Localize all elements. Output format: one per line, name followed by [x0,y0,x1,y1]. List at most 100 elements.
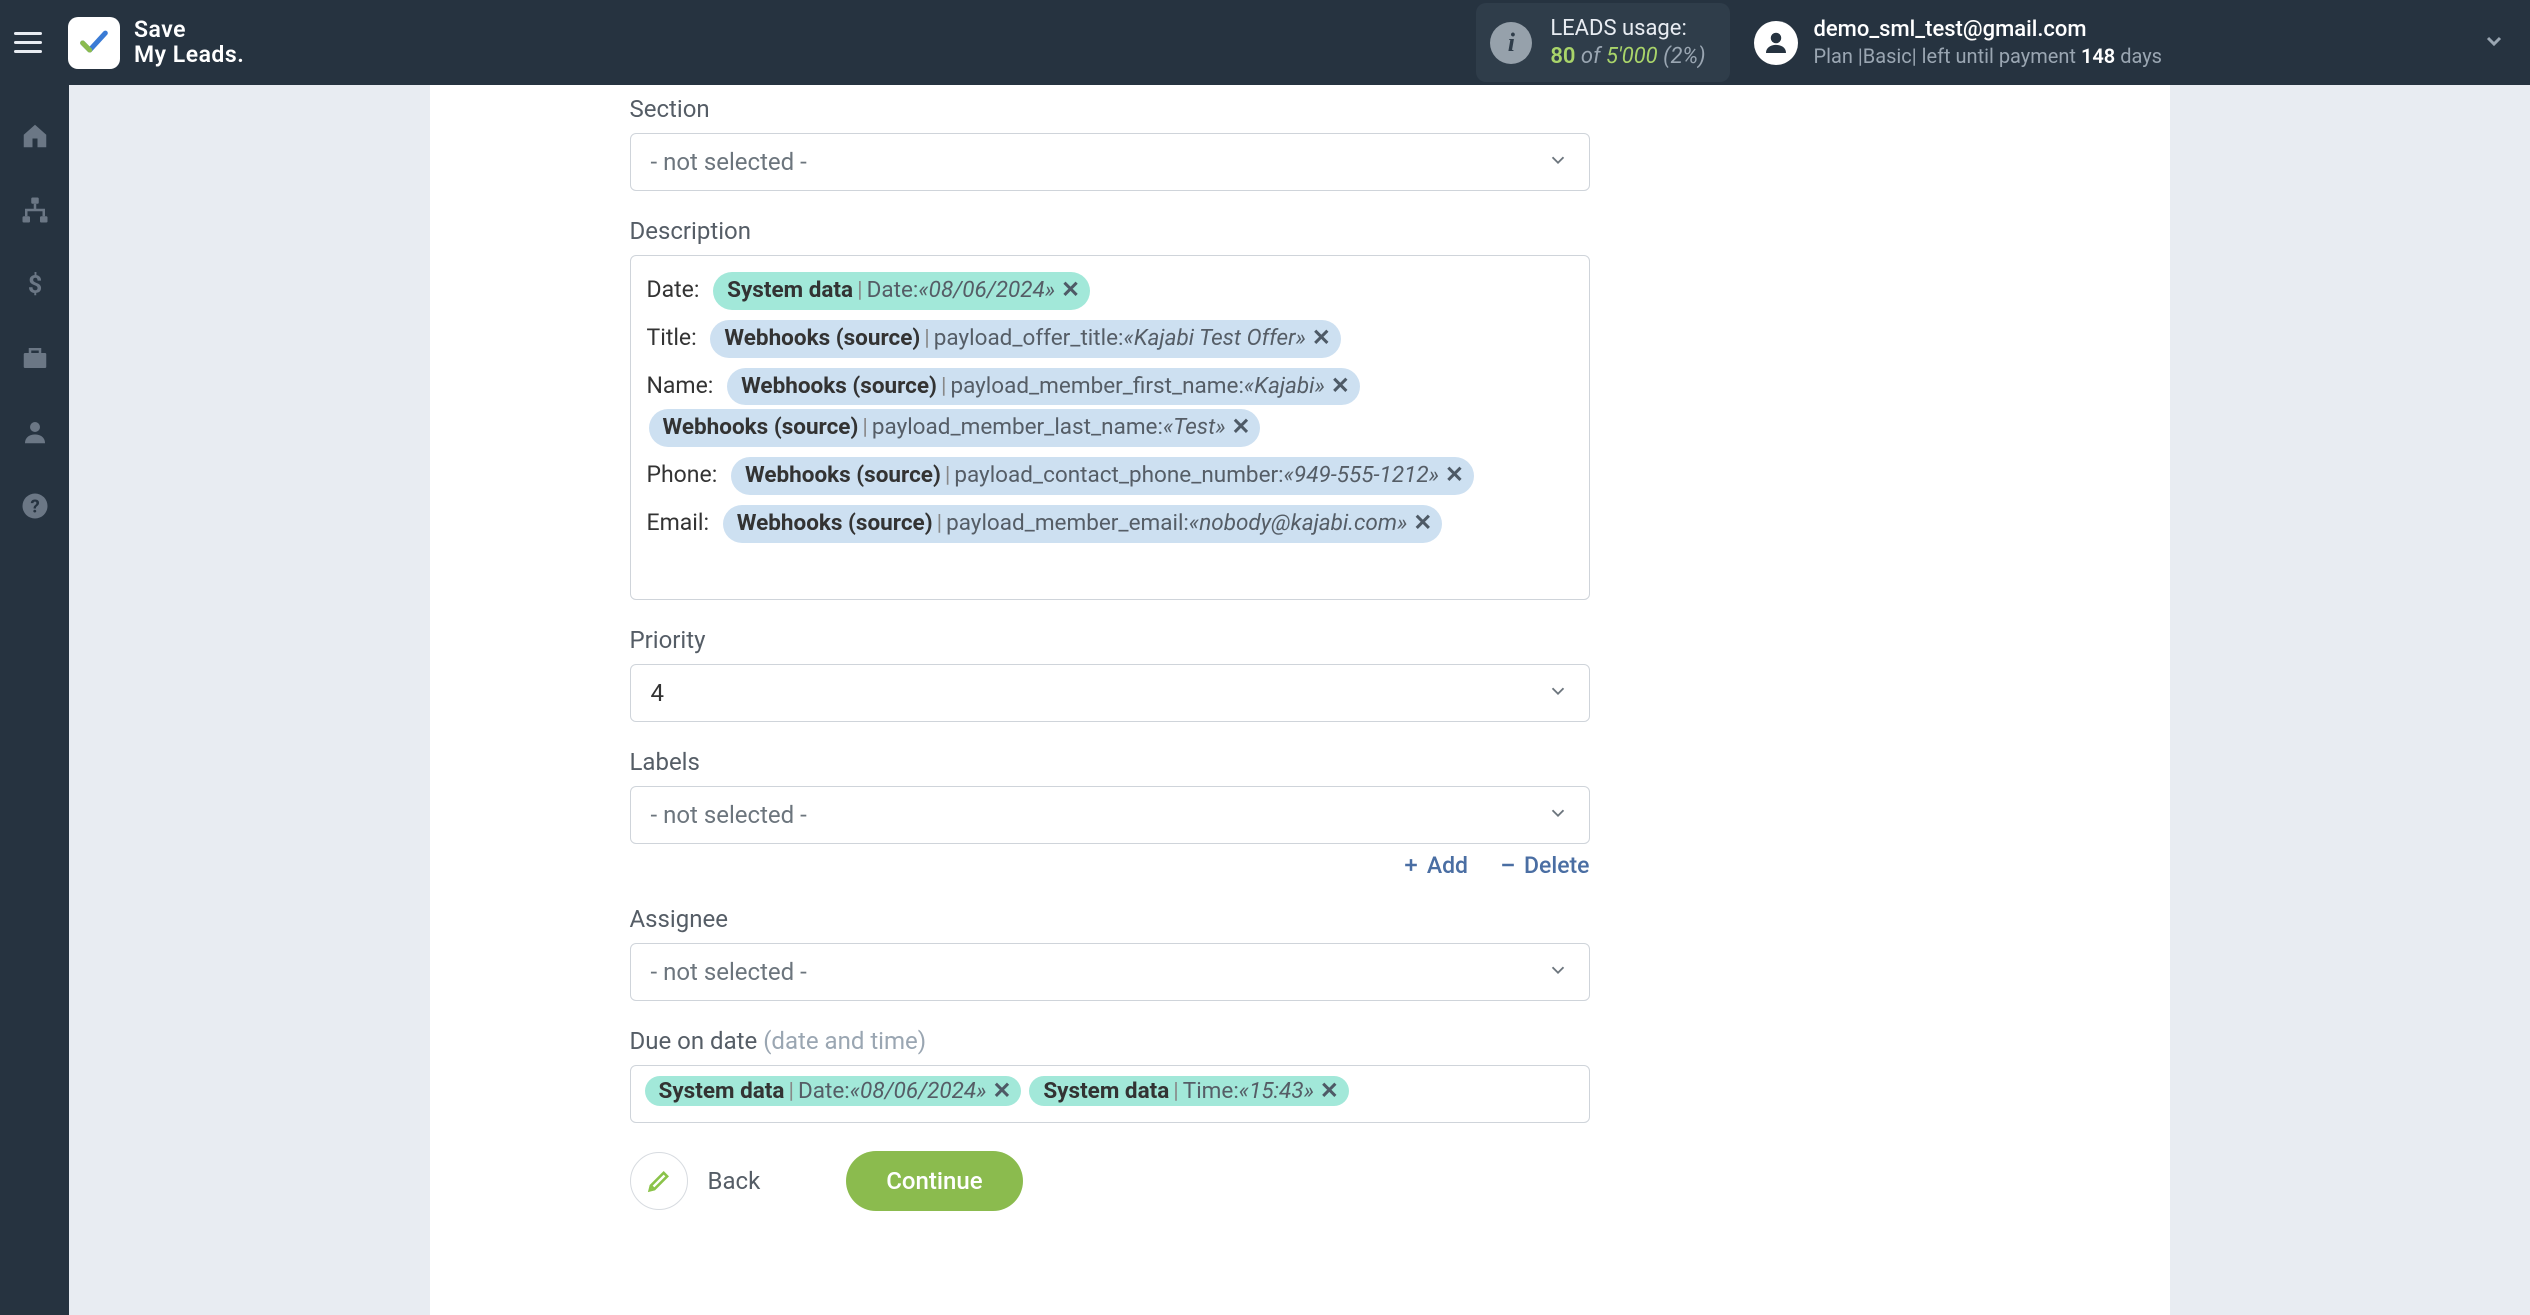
main-content: Section - not selected - Description Dat… [69,85,2530,1315]
row-label-name: Name: [647,372,714,399]
form-card: Section - not selected - Description Dat… [430,85,2170,1315]
select-assignee[interactable]: - not selected - [630,943,1590,1001]
plan-suffix: | left until payment [1912,44,2081,68]
tag-webhook-title[interactable]: Webhooks (source) | payload_offer_title:… [710,320,1340,358]
field-description: Description Date: System data | Date: «0… [630,217,1590,600]
desc-row-email: Email: Webhooks (source) | payload_membe… [647,503,1573,545]
labels-add-link[interactable]: Add [1401,852,1468,879]
chevron-down-icon [1547,802,1569,828]
account-email: demo_sml_test@gmail.com [1814,16,2163,44]
labels-delete-text: Delete [1524,852,1590,879]
select-labels[interactable]: - not selected - [630,786,1590,844]
usage-total: 5'000 [1606,44,1658,69]
usage-of: of [1581,44,1601,69]
tag-remove-icon[interactable]: ✕ [1445,459,1464,493]
plus-icon [1401,855,1421,875]
tag-remove-icon[interactable]: ✕ [993,1078,1012,1104]
continue-button[interactable]: Continue [846,1151,1022,1211]
select-section-value: - not selected - [651,148,807,176]
label-due-date-text: Due on date [630,1027,764,1055]
home-icon[interactable] [18,119,52,153]
description-box[interactable]: Date: System data | Date: «08/06/2024»✕ … [630,255,1590,600]
user-icon[interactable] [18,415,52,449]
label-priority: Priority [630,626,1590,654]
tag-remove-icon[interactable]: ✕ [1331,370,1350,404]
select-priority-value: 4 [651,679,665,707]
usage-pct: (2%) [1663,44,1705,69]
field-labels: Labels - not selected - Add Delete [630,748,1590,879]
tag-system-due-date[interactable]: System data | Date: «08/06/2024»✕ [645,1076,1022,1106]
row-label-email: Email: [647,509,710,536]
plan-days: 148 [2081,44,2115,68]
due-date-box[interactable]: System data | Date: «08/06/2024»✕ System… [630,1065,1590,1123]
labels-delete-link[interactable]: Delete [1498,852,1590,879]
usage-title: LEADS usage: [1550,15,1705,43]
minus-icon [1498,855,1518,875]
chevron-down-icon [1547,149,1569,175]
tag-remove-icon[interactable]: ✕ [1061,274,1080,308]
plan-days-word: days [2115,44,2162,68]
row-label-title: Title: [647,324,697,351]
desc-row-date: Date: System data | Date: «08/06/2024»✕ [647,270,1573,312]
labels-add-text: Add [1427,852,1468,879]
tag-system-due-time[interactable]: System data | Time: «15:43»✕ [1029,1076,1348,1106]
tag-webhook-firstname[interactable]: Webhooks (source) | payload_member_first… [727,368,1360,406]
app-logo[interactable] [68,17,120,69]
dollar-icon[interactable]: $ [18,267,52,301]
row-label-phone: Phone: [647,461,718,488]
tag-remove-icon[interactable]: ✕ [1320,1078,1339,1104]
account-menu[interactable]: demo_sml_test@gmail.com Plan |Basic| lef… [1754,16,2163,69]
label-section: Section [630,95,1590,123]
info-icon: i [1490,22,1532,64]
header-chevron-down-icon[interactable] [2482,29,2506,57]
select-assignee-value: - not selected - [651,958,807,986]
briefcase-icon[interactable] [18,341,52,375]
sidebar: $ ? [0,85,69,1315]
plan-name: Basic [1863,44,1912,68]
usage-text: LEADS usage: 80 of 5'000 (2%) [1550,15,1705,70]
svg-text:$: $ [27,271,41,299]
tag-remove-icon[interactable]: ✕ [1232,411,1251,445]
leads-usage-pill[interactable]: i LEADS usage: 80 of 5'000 (2%) [1476,3,1729,82]
tag-system-date[interactable]: System data | Date: «08/06/2024»✕ [713,272,1090,310]
label-description: Description [630,217,1590,245]
svg-text:?: ? [30,495,39,517]
select-priority[interactable]: 4 [630,664,1590,722]
pencil-icon [645,1167,673,1195]
field-priority: Priority 4 [630,626,1590,722]
field-section: Section - not selected - [630,95,1590,191]
tag-webhook-email[interactable]: Webhooks (source) | payload_member_email… [723,505,1442,543]
sitemap-icon[interactable] [18,193,52,227]
tag-webhook-phone[interactable]: Webhooks (source) | payload_contact_phon… [731,457,1474,495]
desc-row-title: Title: Webhooks (source) | payload_offer… [647,318,1573,360]
row-label-date: Date: [647,276,700,303]
button-row: Back Continue [630,1151,1590,1211]
plan-prefix: Plan | [1814,44,1863,68]
brand-name: Save My Leads. [134,18,244,66]
field-assignee: Assignee - not selected - [630,905,1590,1001]
desc-row-name: Name: Webhooks (source) | payload_member… [647,366,1573,450]
brand-line1: Save [134,16,186,43]
field-due-date: Due on date (date and time) System data … [630,1027,1590,1123]
label-assignee: Assignee [630,905,1590,933]
hamburger-menu-icon[interactable] [14,25,50,61]
label-due-date-hint: (date and time) [763,1027,926,1055]
select-section[interactable]: - not selected - [630,133,1590,191]
chevron-down-icon [1547,680,1569,706]
avatar-icon [1754,21,1798,65]
usage-used: 80 [1550,44,1575,69]
tag-remove-icon[interactable]: ✕ [1312,322,1331,356]
desc-row-phone: Phone: Webhooks (source) | payload_conta… [647,455,1573,497]
back-button-label[interactable]: Back [708,1167,761,1195]
tag-webhook-lastname[interactable]: Webhooks (source) | payload_member_last_… [649,409,1261,447]
account-text: demo_sml_test@gmail.com Plan |Basic| lef… [1814,16,2163,69]
help-icon[interactable]: ? [18,489,52,523]
top-header: Save My Leads. i LEADS usage: 80 of 5'00… [0,0,2530,85]
label-labels: Labels [630,748,1590,776]
label-due-date: Due on date (date and time) [630,1027,1590,1055]
chevron-down-icon [1547,959,1569,985]
brand-line2: My Leads. [134,43,244,67]
select-labels-value: - not selected - [651,801,807,829]
back-button-icon[interactable] [630,1152,688,1210]
tag-remove-icon[interactable]: ✕ [1413,507,1432,541]
